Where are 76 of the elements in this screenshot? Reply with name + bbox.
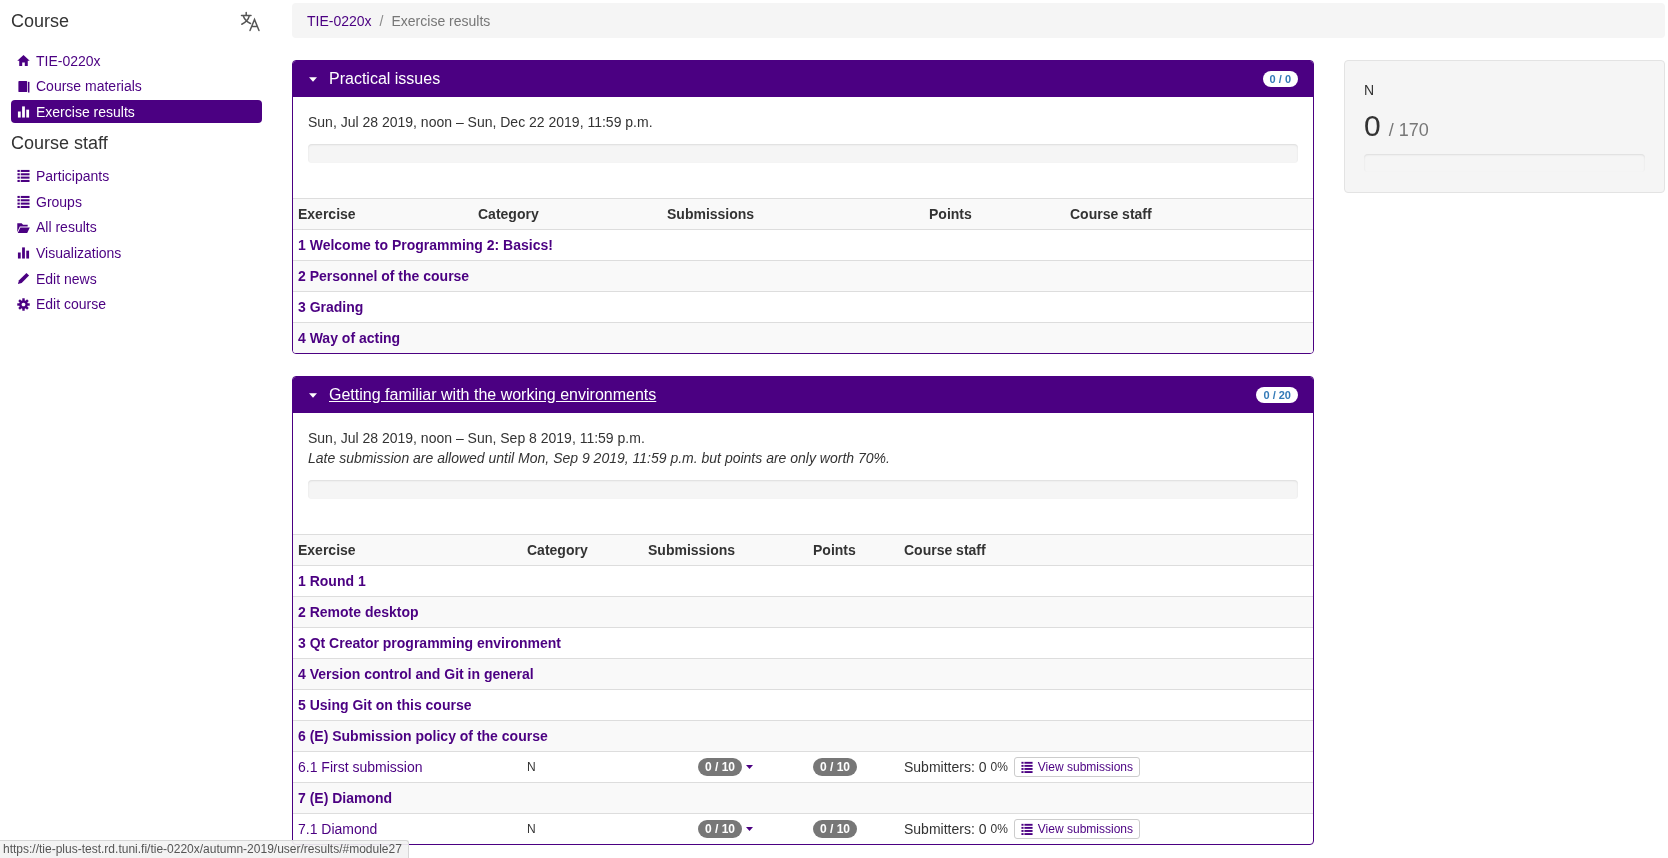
exercise-link[interactable]: 6.1 First submission: [298, 757, 423, 777]
breadcrumb-current: Exercise results: [391, 12, 491, 29]
sidebar-link[interactable]: TIE-0220x: [11, 49, 262, 72]
list-icon: [17, 169, 30, 183]
category-text: N: [527, 821, 536, 838]
exercise-link[interactable]: 7.1 Diamond: [298, 819, 378, 839]
list-icon: [1020, 761, 1033, 773]
column-header: Category: [477, 205, 540, 224]
chapter-link[interactable]: 3 Qt Creator programming environment: [298, 635, 561, 651]
chapter-link[interactable]: 7 (E) Diamond: [298, 790, 393, 806]
sidebar-heading: Course staff: [11, 133, 108, 155]
submitters-text: Submitters: 0: [904, 758, 987, 777]
sidebar-heading: Course: [11, 11, 70, 32]
column-header: Points: [812, 541, 857, 560]
chapter-link[interactable]: 5 Using Git on this course: [298, 697, 472, 713]
points-max: / 170: [1388, 120, 1429, 141]
breadcrumb-separator: /: [379, 12, 384, 29]
pencil-icon: [17, 272, 30, 286]
list-icon: [17, 195, 30, 209]
points-badge: 0 / 0: [1262, 71, 1298, 87]
category-text: N: [527, 759, 536, 776]
sidebar-link[interactable]: Edit course: [11, 292, 262, 316]
column-header: Exercise: [297, 541, 357, 560]
sidebar-link[interactable]: Exercise results: [11, 100, 262, 124]
category-label: N: [1364, 81, 1376, 100]
module-title-link[interactable]: Getting familiar with the working environments: [329, 386, 657, 404]
column-header: Category: [526, 541, 589, 560]
points-total: 0: [1364, 109, 1381, 143]
module-title-link[interactable]: Practical issues: [329, 70, 441, 88]
sidebar-link[interactable]: Visualizations: [11, 241, 262, 265]
bar-chart-icon: [17, 246, 30, 260]
caret-icon[interactable]: [309, 392, 317, 398]
points-badge: 0 / 20: [1256, 387, 1298, 403]
book-icon: [17, 79, 30, 93]
sidebar-link[interactable]: All results: [11, 215, 262, 239]
sidebar-link[interactable]: Groups: [11, 190, 262, 214]
view-submissions-button[interactable]: View submissions: [1013, 757, 1140, 777]
column-header: Submissions: [647, 541, 737, 560]
column-header: Course staff: [903, 541, 987, 560]
column-header: Points: [928, 205, 973, 224]
gear-icon: [17, 297, 30, 311]
submissions-badge[interactable]: 0 / 10: [698, 820, 742, 838]
folder-icon: [17, 220, 30, 234]
late-submission-note: Late submission are allowed until Mon, Sep 9 2019, 11:59 p.m. but points are only worth 70%.: [308, 449, 891, 468]
column-header: Submissions: [666, 205, 756, 224]
sidebar-link[interactable]: Edit news: [11, 267, 262, 291]
percent-text: 0%: [990, 821, 1008, 838]
chapter-link[interactable]: 4 Version control and Git in general: [298, 666, 534, 682]
chapter-link[interactable]: 6 (E) Submission policy of the course: [298, 728, 548, 744]
schedule-text: Sun, Jul 28 2019, noon – Sun, Dec 22 2019, 11:59 p.m.: [308, 113, 654, 132]
column-header: Course staff: [1069, 205, 1153, 224]
submissions-badge[interactable]: 0 / 10: [698, 758, 742, 776]
view-submissions-button[interactable]: View submissions: [1013, 819, 1140, 839]
percent-text: 0%: [990, 759, 1008, 776]
caret-icon[interactable]: [746, 827, 753, 831]
translate-icon[interactable]: [240, 11, 261, 32]
bar-chart-icon: [17, 105, 30, 119]
chapter-link[interactable]: 2 Remote desktop: [298, 604, 419, 620]
status-url-tooltip: https://tie-plus-test.rd.tuni.fi/tie-0220x/autumn-2019/user/results/#module27: [0, 840, 409, 858]
points-badge: 0 / 10: [813, 758, 858, 776]
caret-icon[interactable]: [746, 765, 753, 769]
schedule-text: Sun, Jul 28 2019, noon – Sun, Sep 8 2019, 11:59 p.m.: [308, 429, 646, 448]
home-icon: [17, 54, 30, 67]
list-icon: [1020, 823, 1033, 835]
sidebar-link[interactable]: Course materials: [11, 74, 262, 98]
chapter-link[interactable]: 1 Welcome to Programming 2: Basics!: [298, 237, 553, 253]
column-header: Exercise: [297, 205, 357, 224]
chapter-link[interactable]: 1 Round 1: [298, 573, 366, 589]
chapter-link[interactable]: 4 Way of acting: [298, 330, 401, 346]
points-badge: 0 / 10: [813, 820, 858, 838]
chapter-link[interactable]: 3 Grading: [298, 299, 364, 315]
sidebar-link[interactable]: Participants: [11, 164, 262, 188]
breadcrumb-link[interactable]: TIE-0220x: [307, 12, 372, 29]
submitters-text: Submitters: 0: [904, 820, 987, 839]
caret-icon[interactable]: [309, 76, 317, 82]
chapter-link[interactable]: 2 Personnel of the course: [298, 268, 470, 284]
